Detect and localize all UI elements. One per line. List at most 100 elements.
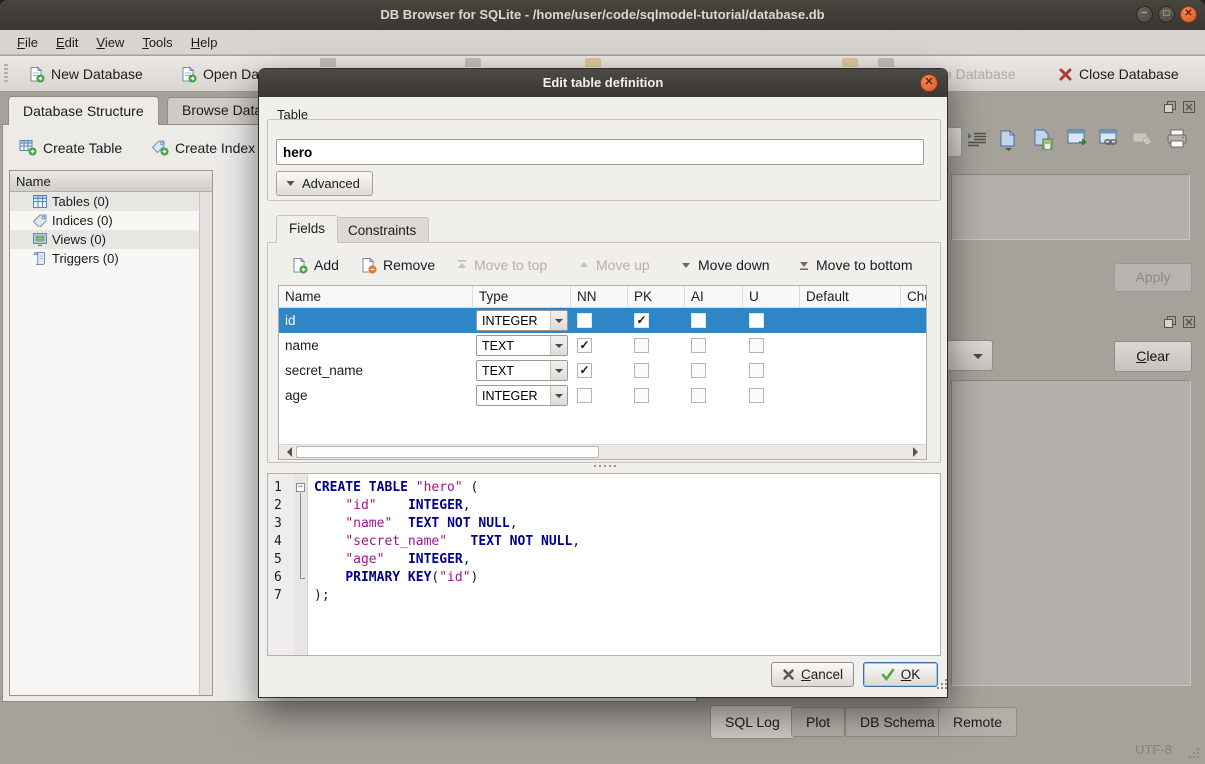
column-header-check[interactable]: Check (901, 286, 927, 307)
apply-cell-button[interactable] (1067, 129, 1093, 155)
column-header-nn[interactable]: NN (571, 286, 628, 307)
edit-mode-button[interactable] (966, 129, 992, 155)
move-to-bottom-button[interactable]: Move to bottom (792, 252, 919, 278)
column-header-name[interactable]: Name (279, 286, 473, 307)
menu-tools[interactable]: Tools (133, 32, 181, 53)
ai-checkbox[interactable] (691, 388, 706, 403)
u-checkbox[interactable] (749, 338, 764, 353)
field-name-cell[interactable]: secret_name (279, 358, 473, 383)
create-index-button[interactable]: Create Index (143, 134, 263, 161)
type-combobox[interactable]: INTEGER (476, 310, 568, 331)
tree-header-name[interactable]: Name (10, 171, 212, 192)
add-button[interactable]: Add (285, 252, 345, 278)
bottom-tab-plot[interactable]: Plot (791, 707, 845, 737)
tree-item-tables-0[interactable]: Tables (0) (10, 192, 212, 211)
set-null-button[interactable] (1132, 129, 1158, 155)
table-name-input[interactable] (276, 139, 924, 165)
nn-checkbox[interactable]: ✓ (577, 338, 592, 353)
move-down-button[interactable]: Move down (674, 252, 776, 278)
ai-checkbox[interactable] (691, 363, 706, 378)
bottom-tab-remote[interactable]: Remote (938, 707, 1017, 737)
default-cell[interactable] (800, 308, 901, 333)
fold-collapse-icon[interactable]: − (296, 483, 305, 492)
column-header-default[interactable]: Default (800, 286, 901, 307)
menu-edit[interactable]: Edit (47, 32, 87, 53)
sql-code[interactable]: CREATE TABLE "hero" ( "id" INTEGER, "nam… (308, 474, 940, 655)
bottom-tab-sql-log[interactable]: SQL Log (710, 705, 795, 739)
default-cell[interactable] (800, 383, 901, 408)
dock-close-icon[interactable] (1183, 101, 1198, 115)
scrollbar-thumb[interactable] (296, 446, 599, 458)
check-cell[interactable] (901, 383, 927, 408)
check-cell[interactable] (901, 333, 927, 358)
remove-button[interactable]: Remove (354, 252, 441, 278)
print-button[interactable] (1166, 129, 1192, 155)
sql-log-area[interactable] (951, 380, 1191, 686)
clear-button[interactable]: Clear (1114, 341, 1192, 372)
dock2-float-icon[interactable] (1164, 316, 1179, 330)
bottom-tab-db-schema[interactable]: DB Schema (845, 707, 950, 737)
create-table-button[interactable]: Create Table (11, 134, 130, 161)
ai-checkbox[interactable] (691, 338, 706, 353)
pk-checkbox[interactable] (634, 363, 649, 378)
nn-checkbox[interactable] (577, 388, 592, 403)
u-checkbox[interactable] (749, 313, 764, 328)
move-to-top-button[interactable]: Move to top (450, 252, 553, 278)
maximize-button-icon[interactable]: □ (1158, 6, 1175, 23)
field-name-cell[interactable]: id (279, 308, 473, 333)
column-header-ai[interactable]: AI (685, 286, 743, 307)
fields-hscrollbar[interactable] (279, 444, 926, 459)
cell-editor-area[interactable] (951, 174, 1190, 240)
u-checkbox[interactable] (749, 388, 764, 403)
dialog-tab-constraints[interactable]: Constraints (335, 217, 429, 243)
pk-checkbox[interactable] (634, 388, 649, 403)
menu-view[interactable]: View (87, 32, 133, 53)
check-cell[interactable] (901, 358, 927, 383)
cancel-button[interactable]: Cancel (771, 662, 854, 687)
tree-scrollbar[interactable] (199, 192, 212, 695)
toolbar-item-close-database[interactable]: Close Database (1050, 60, 1187, 88)
toolbar-item-new-database[interactable]: New Database (20, 60, 151, 88)
dialog-tab-fields[interactable]: Fields (276, 215, 338, 243)
type-combobox[interactable]: TEXT (476, 335, 568, 356)
nn-checkbox[interactable] (577, 313, 592, 328)
dialog-splitter[interactable] (589, 465, 591, 467)
dock-float-icon[interactable] (1164, 101, 1179, 115)
scroll-left-icon[interactable] (282, 447, 292, 457)
field-name-cell[interactable]: name (279, 333, 473, 358)
menu-file[interactable]: File (8, 32, 47, 53)
move-up-button[interactable]: Move up (572, 252, 656, 278)
dock2-close-icon[interactable] (1183, 316, 1198, 330)
link-cell-button[interactable] (1099, 129, 1125, 155)
close-button-icon[interactable]: ✕ (1180, 6, 1197, 23)
tree-item-indices-0[interactable]: Indices (0) (10, 211, 212, 230)
apply-button[interactable]: Apply (1114, 263, 1192, 292)
field-row-id[interactable]: idINTEGER ✓ (279, 308, 926, 333)
type-combobox[interactable]: TEXT (476, 360, 568, 381)
window-resize-grip[interactable] (1189, 748, 1191, 750)
dialog-close-icon[interactable]: ✕ (920, 74, 938, 92)
pk-checkbox[interactable] (634, 338, 649, 353)
dialog-resize-grip[interactable] (937, 679, 939, 681)
column-header-pk[interactable]: PK (628, 286, 685, 307)
column-header-type[interactable]: Type (473, 286, 571, 307)
pk-checkbox[interactable]: ✓ (634, 313, 649, 328)
check-cell[interactable] (901, 308, 927, 333)
field-row-name[interactable]: nameTEXT ✓ (279, 333, 926, 358)
field-row-secret-name[interactable]: secret_nameTEXT ✓ (279, 358, 926, 383)
u-checkbox[interactable] (749, 363, 764, 378)
menu-help[interactable]: Help (182, 32, 227, 53)
default-cell[interactable] (800, 333, 901, 358)
field-name-cell[interactable]: age (279, 383, 473, 408)
export-data-button[interactable] (1032, 129, 1058, 155)
column-header-u[interactable]: U (743, 286, 800, 307)
tree-item-views-0[interactable]: Views (0) (10, 230, 212, 249)
toolbar-drag-handle[interactable] (4, 64, 8, 84)
tree-item-triggers-0[interactable]: Triggers (0) (10, 249, 212, 268)
dialog-title[interactable]: Edit table definition (259, 69, 947, 97)
nn-checkbox[interactable]: ✓ (577, 363, 592, 378)
ai-checkbox[interactable] (691, 313, 706, 328)
field-row-age[interactable]: ageINTEGER (279, 383, 926, 408)
advanced-button[interactable]: Advanced (276, 171, 373, 196)
scroll-right-icon[interactable] (913, 447, 923, 457)
